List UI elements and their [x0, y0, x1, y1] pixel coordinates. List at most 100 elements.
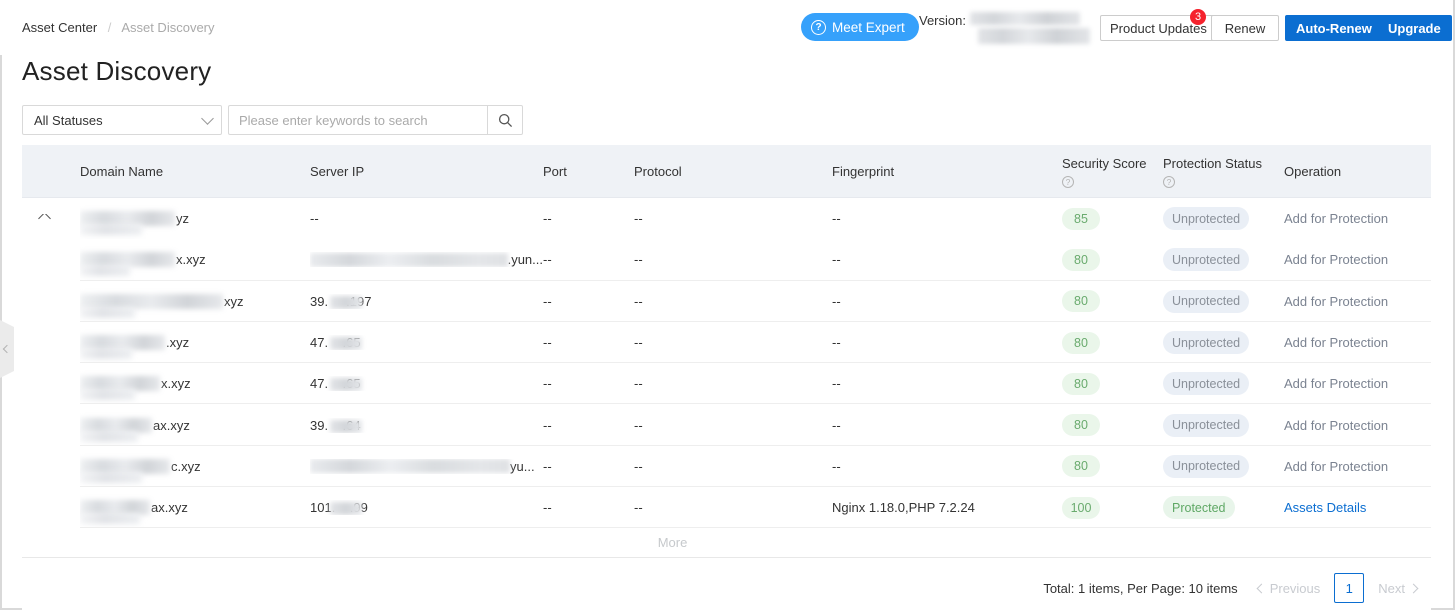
cell-protocol: -- — [634, 500, 832, 515]
column-header-protocol: Protocol — [634, 163, 832, 180]
search-input[interactable] — [228, 105, 487, 135]
cell-security-score: 80 — [1062, 455, 1163, 478]
security-score-badge: 80 — [1062, 455, 1100, 478]
version-info: Version: — [919, 12, 1090, 46]
add-for-protection-link[interactable]: Add for Protection — [1284, 211, 1388, 226]
domain-name-redacted-shadow — [80, 306, 135, 318]
pagination-previous-button[interactable]: Previous — [1252, 574, 1327, 602]
add-for-protection-link[interactable]: Add for Protection — [1284, 294, 1388, 309]
breadcrumb-item-asset-discovery: Asset Discovery — [121, 20, 215, 35]
breadcrumb-separator: / — [107, 20, 112, 35]
status-filter-select[interactable]: All Statuses — [22, 105, 222, 135]
chevron-left-icon — [2, 344, 11, 354]
cell-port-value: -- — [543, 252, 552, 268]
cell-fingerprint: -- — [832, 418, 1062, 433]
more-link[interactable]: More — [658, 535, 688, 550]
table-row: x.xyz 47. .65 -- -- -- 80 Unprotected Add for P… — [22, 363, 1431, 405]
server-ip-redacted — [310, 459, 510, 474]
cell-protocol: -- — [634, 418, 832, 433]
sidebar-collapse-handle[interactable] — [0, 320, 14, 378]
add-for-protection-link[interactable]: Add for Protection — [1284, 459, 1388, 474]
domain-name-redacted-shadow — [80, 471, 142, 483]
more-row: More — [22, 528, 1431, 559]
security-score-badge: 100 — [1062, 496, 1100, 519]
search-group — [228, 105, 523, 135]
status-badge: Unprotected — [1163, 331, 1250, 355]
chevron-left-icon — [1256, 583, 1267, 593]
cell-port: -- — [543, 376, 634, 391]
add-for-protection-link[interactable]: Add for Protection — [1284, 252, 1388, 267]
security-score-badge: 80 — [1062, 248, 1100, 271]
column-header-security-score: Security Score ? — [1062, 155, 1163, 188]
cell-port: -- — [543, 294, 634, 309]
cell-security-score: 80 — [1062, 372, 1163, 395]
cell-port: -- — [543, 335, 634, 350]
domain-name-suffix: ax.xyz — [153, 417, 190, 433]
chevron-down-icon — [201, 111, 214, 125]
column-header-label: Protection Status — [1163, 155, 1262, 171]
cell-protocol-value: -- — [634, 376, 643, 392]
security-score-badge: 85 — [1062, 207, 1100, 230]
cell-domain-name: ax.xyz — [80, 405, 310, 446]
column-header-server-ip: Server IP — [310, 163, 543, 180]
help-icon[interactable]: ? — [1163, 175, 1175, 188]
assets-details-link[interactable]: Assets Details — [1284, 500, 1366, 515]
upgrade-button[interactable]: Upgrade — [1377, 15, 1452, 41]
cell-protocol-value: -- — [634, 252, 643, 268]
pagination-page-1[interactable]: 1 — [1334, 573, 1365, 603]
help-icon[interactable]: ? — [1062, 175, 1074, 188]
add-for-protection-link[interactable]: Add for Protection — [1284, 335, 1388, 350]
cell-port: -- — [543, 459, 634, 474]
cell-protocol: -- — [634, 335, 832, 350]
row-expand-toggle[interactable] — [22, 214, 80, 224]
column-header-label: Security Score — [1062, 155, 1147, 171]
security-score-badge: 80 — [1062, 414, 1100, 437]
column-header-protection-status: Protection Status ? — [1163, 155, 1284, 188]
cell-fingerprint: -- — [832, 211, 1062, 226]
domain-name-redacted-shadow — [80, 348, 132, 360]
add-for-protection-link[interactable]: Add for Protection — [1284, 418, 1388, 433]
status-filter-value: All Statuses — [34, 112, 103, 128]
cell-security-score: 100 — [1062, 496, 1163, 519]
question-circle-icon: ? — [811, 19, 826, 35]
column-header-label: Port — [543, 163, 567, 179]
cell-fingerprint-value: -- — [832, 252, 841, 268]
cell-security-score: 80 — [1062, 331, 1163, 354]
auto-renew-button[interactable]: Auto-Renew — [1285, 15, 1383, 41]
page-title: Asset Discovery — [22, 56, 212, 86]
cell-server-ip: 39. .197 — [310, 294, 543, 309]
version-value-redacted-line-2 — [977, 28, 1090, 44]
upgrade-label: Upgrade — [1388, 20, 1441, 36]
breadcrumb-item-asset-center[interactable]: Asset Center — [22, 20, 97, 35]
product-updates-badge: 3 — [1190, 9, 1206, 25]
pagination-next-button[interactable]: Next — [1372, 574, 1423, 602]
cell-server-ip: 39. .64 — [310, 418, 543, 433]
cell-server-ip: 101. .99 — [310, 500, 543, 516]
cell-protocol-value: -- — [634, 417, 643, 433]
cell-operation: Add for Protection — [1284, 459, 1431, 474]
domain-name-redacted-shadow — [80, 513, 140, 525]
cell-port-value: -- — [543, 293, 552, 309]
cell-domain-name: ax.xyz — [80, 487, 310, 528]
table-row: x.xyz .yun... -- -- -- 80 Unprotected Add for P… — [22, 239, 1431, 281]
chevron-up-icon[interactable] — [38, 214, 51, 224]
version-label: Version: — [919, 13, 966, 28]
cell-protocol: -- — [634, 211, 832, 226]
cell-fingerprint-value: -- — [832, 335, 841, 351]
cell-operation: Add for Protection — [1284, 211, 1431, 226]
renew-button[interactable]: Renew — [1211, 15, 1279, 41]
cell-server-ip: .yun... — [310, 252, 543, 267]
domain-name-suffix: x.xyz — [161, 376, 191, 392]
cell-operation: Add for Protection — [1284, 335, 1431, 350]
status-badge: Unprotected — [1163, 454, 1250, 478]
table-row: .xyz 47. .65 -- -- -- 80 Unprotected Add for Pr… — [22, 321, 1431, 364]
add-for-protection-link[interactable]: Add for Protection — [1284, 376, 1388, 391]
search-button[interactable] — [487, 105, 523, 135]
renew-label: Renew — [1224, 20, 1266, 36]
security-score-badge: 80 — [1062, 331, 1100, 354]
server-ip-octets-redacted — [330, 378, 362, 392]
version-value-redacted-line-1 — [969, 12, 1080, 25]
meet-expert-button[interactable]: ? Meet Expert — [801, 13, 919, 41]
cell-fingerprint: -- — [832, 335, 1062, 350]
cell-security-score: 85 — [1062, 207, 1163, 230]
